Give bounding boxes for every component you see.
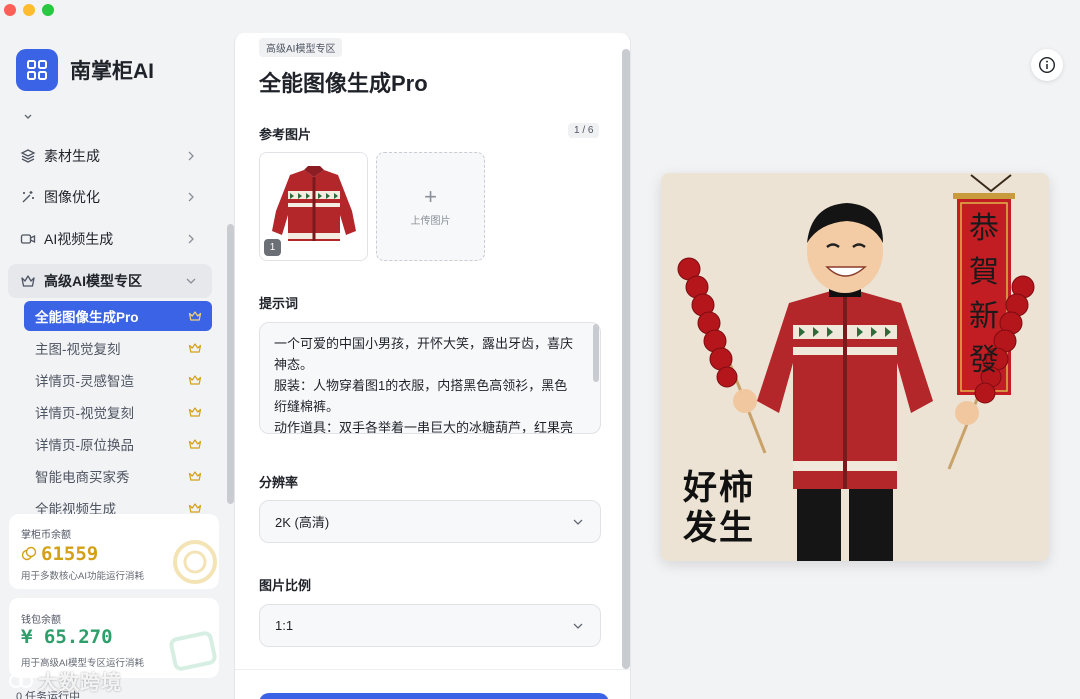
sidebar-subitem-label: 详情页-视觉复刻 [35,406,134,421]
image-caption-line2: 发生 [683,508,755,548]
sidebar-subitem-main-replicate[interactable]: 主图-视觉复刻 [24,333,212,363]
coin-icon [21,546,37,561]
watermark-text: 大数跨境 [38,672,122,694]
reference-images-count: 1 / 6 [568,123,600,138]
chevron-right-icon [188,192,194,202]
sidebar-subitem-label: 全能图像生成Pro [35,310,139,325]
coin-balance-card: 掌柜币余额 61559 用于多数核心AI功能运行消耗 [9,514,219,589]
reference-images-label: 参考图片 [259,127,312,142]
aspect-ratio-value: 1:1 [275,618,294,633]
sidebar-subitem-label: 主图-视觉复刻 [35,342,121,357]
sidebar-item-label: AI视频生成 [44,231,114,247]
divider [235,669,630,670]
prompt-textarea[interactable]: 一个可爱的中国小男孩，开怀大笑，露出牙齿，喜庆神态。 服装：人物穿着图1的衣服，… [259,322,601,434]
sidebar-group-label: 高级AI模型专区 [44,273,142,289]
resolution-label: 分辨率 [259,475,299,490]
watermark: 大数跨境 [8,666,122,695]
info-icon [1038,56,1056,74]
sidebar-subitem-label: 详情页-灵感智造 [35,374,134,389]
generated-image[interactable]: 好柿 发生 恭賀新發 [661,173,1049,561]
sidebar-item-video[interactable]: AI视频生成 [8,222,212,256]
plus-icon: + [424,184,437,209]
close-window-button[interactable] [4,4,16,16]
chevron-down-icon [573,519,583,525]
sidebar-item-optimize[interactable]: 图像优化 [8,180,212,214]
sidebar-item-material[interactable]: 素材生成 [8,139,212,173]
crown-icon [188,343,202,353]
upload-image-button[interactable]: + 上传图片 [376,152,485,261]
wallet-decoration-icon [169,631,217,671]
brand: 南掌柜AI [16,49,154,91]
reference-image-thumbnail[interactable]: 1 [259,152,368,261]
window-controls [4,4,54,16]
crown-icon [188,503,202,513]
sidebar-subitem-detail-inspire[interactable]: 详情页-灵感智造 [24,365,212,395]
crown-icon [188,439,202,449]
sidebar-scrollbar[interactable] [227,224,234,504]
prompt-line: 服装：人物穿着图1的衣服，内搭黑色高领衫，黑色绗缝棉裤。 [274,378,568,414]
crown-icon [20,273,36,289]
crown-icon [188,407,202,417]
aspect-ratio-select[interactable]: 1:1 [259,604,601,647]
chevron-down-icon [20,109,36,125]
coin-balance-note: 用于多数核心AI功能运行消耗 [21,571,144,582]
form-scrollbar[interactable] [622,49,630,669]
layers-icon [20,148,36,164]
sidebar-subitem-video-pro[interactable]: 全能视频生成 [24,493,212,514]
chevron-right-icon [188,234,194,244]
sidebar-item-hidden[interactable] [8,108,212,134]
banner-text: 恭賀新發 [969,211,999,378]
chevron-down-icon [573,623,583,629]
sidebar-subitem-label: 详情页-原位换品 [35,438,134,453]
coin-balance-value: 61559 [41,543,99,565]
sidebar-item-label: 素材生成 [44,148,100,164]
page-title: 全能图像生成Pro [259,71,428,96]
crown-icon [188,311,202,321]
resolution-value: 2K (高清) [275,515,330,530]
sidebar-subitem-detail-replicate[interactable]: 详情页-视觉复刻 [24,397,212,427]
coin-balance-caption: 掌柜币余额 [21,530,71,541]
video-camera-icon [20,231,36,247]
app-name: 南掌柜AI [70,60,154,83]
sidebar-subitem-detail-swap[interactable]: 详情页-原位换品 [24,429,212,459]
coin-decoration-icon [173,540,217,584]
resolution-select[interactable]: 2K (高清) [259,500,601,543]
prompt-scrollbar[interactable] [593,324,599,382]
generation-form-panel: 高级AI模型专区 全能图像生成Pro 参考图片 1 / 6 1 + 上传图片 提… [234,33,631,699]
crown-icon [188,471,202,481]
chevron-right-icon [188,151,194,161]
prompt-line: 一个可爱的中国小男孩，开怀大笑，露出牙齿，喜庆神态。 [274,336,574,372]
sidebar: 南掌柜AI 素材生成 图像优化 AI视频生成 高级AI模型专区 全能图像生成Pr… [0,0,234,699]
zoom-window-button[interactable] [42,4,54,16]
watermark-logo-icon [9,673,33,688]
aspect-ratio-label: 图片比例 [259,578,312,593]
app-logo-icon [16,49,58,91]
chevron-down-icon [186,278,196,284]
wallet-balance-caption: 钱包余额 [21,615,61,626]
generate-button[interactable] [259,693,609,699]
sidebar-item-label: 图像优化 [44,189,100,205]
image-caption-line1: 好柿 [683,468,755,508]
sidebar-subitem-buyer-show[interactable]: 智能电商买家秀 [24,461,212,491]
upload-image-label: 上传图片 [410,216,451,227]
sidebar-nav: 素材生成 图像优化 AI视频生成 高级AI模型专区 全能图像生成Pro 主图-视… [0,108,222,514]
wallet-balance-value: ¥ 65.270 [21,626,113,648]
prompt-line: 动作道具：双手各举着一串巨大的冰糖葫芦，红果亮泽还有其良 [274,420,574,434]
minimize-window-button[interactable] [23,4,35,16]
crown-icon [188,375,202,385]
sidebar-subitem-label: 智能电商买家秀 [35,470,130,485]
prompt-label: 提示词 [259,296,299,311]
thumbnail-index-badge: 1 [264,239,281,256]
sidebar-subitem-image-pro[interactable]: 全能图像生成Pro [24,301,212,331]
sidebar-subitem-label: 全能视频生成 [35,502,116,514]
sidebar-group-premium[interactable]: 高级AI模型专区 [8,264,212,298]
magic-wand-icon [20,189,36,205]
info-button[interactable] [1031,49,1063,81]
category-badge: 高级AI模型专区 [259,38,343,57]
